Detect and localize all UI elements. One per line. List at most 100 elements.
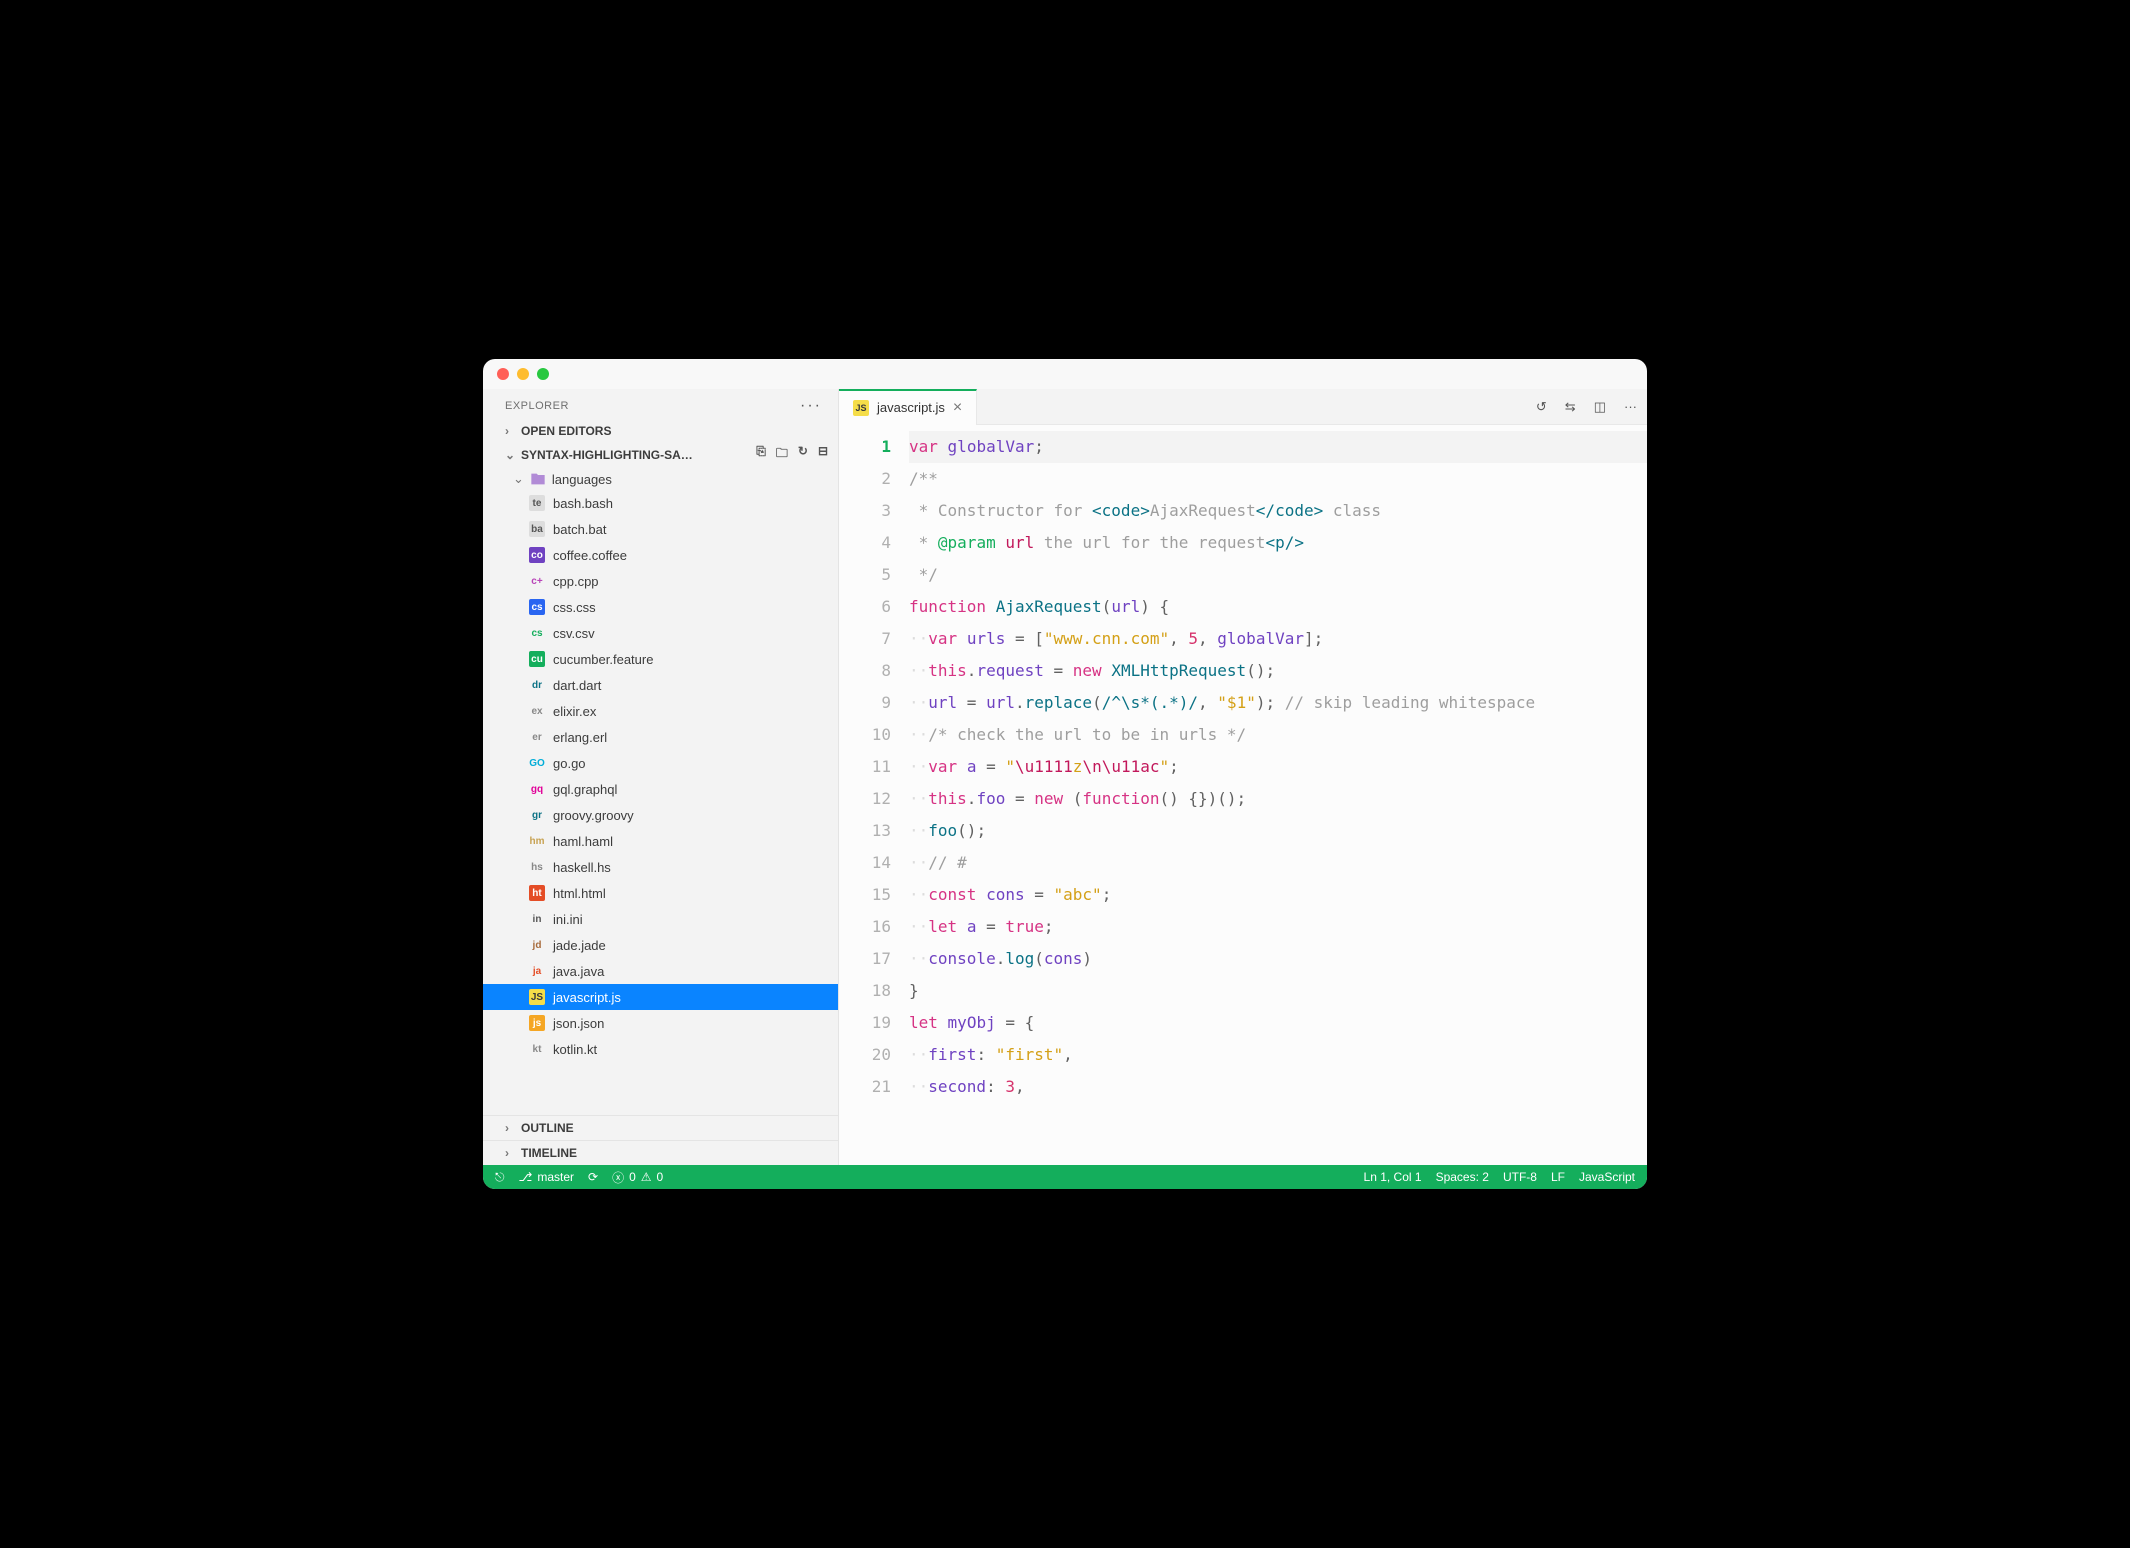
code-line[interactable]: ··first: "first", — [909, 1039, 1647, 1071]
chevron-right-icon: › — [505, 1121, 515, 1135]
explorer-title: EXPLORER — [505, 400, 569, 412]
code-line[interactable]: ··let a = true; — [909, 911, 1647, 943]
folder-languages[interactable]: ⌄ languages — [483, 468, 838, 490]
remote-button[interactable]: ⎋ — [495, 1170, 505, 1185]
line-number: 19 — [839, 1007, 891, 1039]
file-jade-jade[interactable]: jdjade.jade — [483, 932, 838, 958]
code-line[interactable]: * Constructor for <code>AjaxRequest</cod… — [909, 495, 1647, 527]
file-java-java[interactable]: jajava.java — [483, 958, 838, 984]
git-branch[interactable]: ⎇ master — [519, 1170, 575, 1184]
problems-button[interactable]: ⓧ 0 ⚠ 0 — [612, 1169, 663, 1186]
file-html-html[interactable]: hthtml.html — [483, 880, 838, 906]
code-line[interactable]: ··foo(); — [909, 815, 1647, 847]
code-line[interactable]: ··// # — [909, 847, 1647, 879]
sync-button[interactable]: ⟳ — [588, 1170, 598, 1184]
file-name: batch.bat — [553, 522, 607, 537]
file-kotlin-kt[interactable]: ktkotlin.kt — [483, 1036, 838, 1062]
file-groovy-groovy[interactable]: grgroovy.groovy — [483, 802, 838, 828]
open-editors-section[interactable]: › OPEN EDITORS — [483, 421, 838, 441]
new-file-icon[interactable]: ⎘ — [756, 444, 766, 465]
code-line[interactable]: ··second: 3, — [909, 1071, 1647, 1103]
file-csv-csv[interactable]: cscsv.csv — [483, 620, 838, 646]
file-erlang-erl[interactable]: ererlang.erl — [483, 724, 838, 750]
code-line[interactable]: /** — [909, 463, 1647, 495]
explorer-more-icon[interactable]: ··· — [800, 397, 822, 415]
code-line[interactable]: ··url = url.replace(/^\s*(.*)/, "$1"); /… — [909, 687, 1647, 719]
file-cpp-cpp[interactable]: c+cpp.cpp — [483, 568, 838, 594]
new-folder-icon[interactable]: 🗀 — [776, 444, 788, 465]
code-line[interactable]: ··var a = "\u1111z\n\u11ac"; — [909, 751, 1647, 783]
code-line[interactable]: * @param url the url for the request<p/> — [909, 527, 1647, 559]
code-line[interactable]: ··const cons = "abc"; — [909, 879, 1647, 911]
file-name: erlang.erl — [553, 730, 607, 745]
language-mode[interactable]: JavaScript — [1579, 1170, 1635, 1184]
git-compare-icon[interactable]: ⇆ — [1565, 399, 1576, 415]
code-line[interactable]: function AjaxRequest(url) { — [909, 591, 1647, 623]
project-name: SYNTAX-HIGHLIGHTING-SA… — [521, 448, 693, 462]
timeline-section[interactable]: › TIMELINE — [483, 1140, 838, 1165]
file-bash-bash[interactable]: tebash.bash — [483, 490, 838, 516]
tab-bar: JS javascript.js × ↺ ⇆ ◫ ··· — [839, 389, 1647, 425]
timeline-icon[interactable]: ↺ — [1536, 399, 1547, 415]
indentation[interactable]: Spaces: 2 — [1436, 1170, 1489, 1184]
code-line[interactable]: ··this.foo = new (function() {})(); — [909, 783, 1647, 815]
code-line[interactable]: */ — [909, 559, 1647, 591]
file-coffee-coffee[interactable]: cocoffee.coffee — [483, 542, 838, 568]
collapse-icon[interactable]: ⊟ — [818, 444, 828, 465]
line-number: 8 — [839, 655, 891, 687]
titlebar[interactable] — [483, 359, 1647, 389]
code-editor[interactable]: 123456789101112131415161718192021 var gl… — [839, 425, 1647, 1165]
file-go-go[interactable]: GO go.go — [483, 750, 838, 776]
file-ini-ini[interactable]: inini.ini — [483, 906, 838, 932]
file-haskell-hs[interactable]: hshaskell.hs — [483, 854, 838, 880]
code-line[interactable]: let myObj = { — [909, 1007, 1647, 1039]
file-name: elixir.ex — [553, 704, 596, 719]
refresh-icon[interactable]: ↻ — [798, 444, 808, 465]
line-number: 12 — [839, 783, 891, 815]
cursor-position[interactable]: Ln 1, Col 1 — [1364, 1170, 1422, 1184]
file-javascript-js[interactable]: JSjavascript.js — [483, 984, 838, 1010]
file-icon: cu — [529, 651, 545, 667]
outline-section[interactable]: › OUTLINE — [483, 1115, 838, 1140]
code-line[interactable]: ··this.request = new XMLHttpRequest(); — [909, 655, 1647, 687]
line-number: 9 — [839, 687, 891, 719]
code-line[interactable]: var globalVar; — [909, 431, 1647, 463]
file-elixir-ex[interactable]: exelixir.ex — [483, 698, 838, 724]
code-line[interactable]: ··/* check the url to be in urls */ — [909, 719, 1647, 751]
file-name: haskell.hs — [553, 860, 611, 875]
file-name: go.go — [553, 756, 586, 771]
file-gql-graphql[interactable]: gq gql.graphql — [483, 776, 838, 802]
line-number: 16 — [839, 911, 891, 943]
more-actions-icon[interactable]: ··· — [1624, 399, 1637, 414]
file-name: gql.graphql — [553, 782, 617, 797]
file-name: dart.dart — [553, 678, 601, 693]
code-lines[interactable]: var globalVar;/** * Constructor for <cod… — [909, 425, 1647, 1165]
file-name: haml.haml — [553, 834, 613, 849]
file-icon: GO — [529, 755, 545, 771]
close-tab-icon[interactable]: × — [953, 399, 962, 417]
file-name: kotlin.kt — [553, 1042, 597, 1057]
error-icon: ⓧ — [612, 1169, 624, 1186]
maximize-window-button[interactable] — [537, 368, 549, 380]
file-css-css[interactable]: cscss.css — [483, 594, 838, 620]
minimize-window-button[interactable] — [517, 368, 529, 380]
file-cucumber-feature[interactable]: cucucumber.feature — [483, 646, 838, 672]
project-section[interactable]: ⌄ SYNTAX-HIGHLIGHTING-SA… ⎘ 🗀 ↻ ⊟ — [483, 441, 838, 468]
line-number: 11 — [839, 751, 891, 783]
eol[interactable]: LF — [1551, 1170, 1565, 1184]
file-icon: gq — [529, 781, 545, 797]
close-window-button[interactable] — [497, 368, 509, 380]
file-list: tebash.bashbabatch.batcocoffee.coffeec+c… — [483, 490, 838, 1115]
file-dart-dart[interactable]: drdart.dart — [483, 672, 838, 698]
encoding[interactable]: UTF-8 — [1503, 1170, 1537, 1184]
tab-javascript[interactable]: JS javascript.js × — [839, 389, 977, 425]
split-editor-icon[interactable]: ◫ — [1594, 399, 1606, 415]
file-icon: js — [529, 1015, 545, 1031]
file-haml-haml[interactable]: hmhaml.haml — [483, 828, 838, 854]
code-line[interactable]: ··var urls = ["www.cnn.com", 5, globalVa… — [909, 623, 1647, 655]
file-json-json[interactable]: jsjson.json — [483, 1010, 838, 1036]
file-batch-bat[interactable]: babatch.bat — [483, 516, 838, 542]
file-name: css.css — [553, 600, 596, 615]
code-line[interactable]: } — [909, 975, 1647, 1007]
code-line[interactable]: ··console.log(cons) — [909, 943, 1647, 975]
